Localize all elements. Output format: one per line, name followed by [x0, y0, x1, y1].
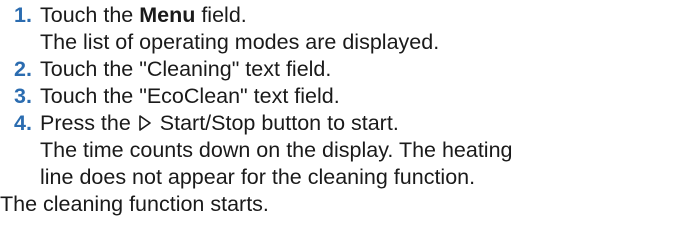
final-result-text: The cleaning function starts. [0, 192, 269, 216]
step-result-text: The time counts down on the display. The… [40, 138, 513, 162]
step-text: Start/Stop button to start. [153, 111, 399, 135]
instruction-document: 1. Touch the Menu field. The list of ope… [0, 0, 674, 242]
step-number: 4. [14, 111, 32, 135]
step-number: 3. [14, 84, 32, 108]
step-text: field. [195, 3, 247, 27]
step-text: Press the [40, 111, 137, 135]
step-number: 1. [14, 3, 32, 27]
step-text: Touch the "Cleaning" text field. [40, 57, 332, 81]
play-outline-icon [138, 114, 152, 132]
step-result-text: The list of operating modes are displaye… [40, 30, 440, 54]
step-text: Touch the "EcoClean" text field. [40, 84, 340, 108]
step-text: Touch the [40, 3, 140, 27]
menu-field-label: Menu [139, 3, 196, 27]
step-result-text: line does not appear for the cleaning fu… [40, 165, 476, 189]
step-number: 2. [14, 57, 32, 81]
